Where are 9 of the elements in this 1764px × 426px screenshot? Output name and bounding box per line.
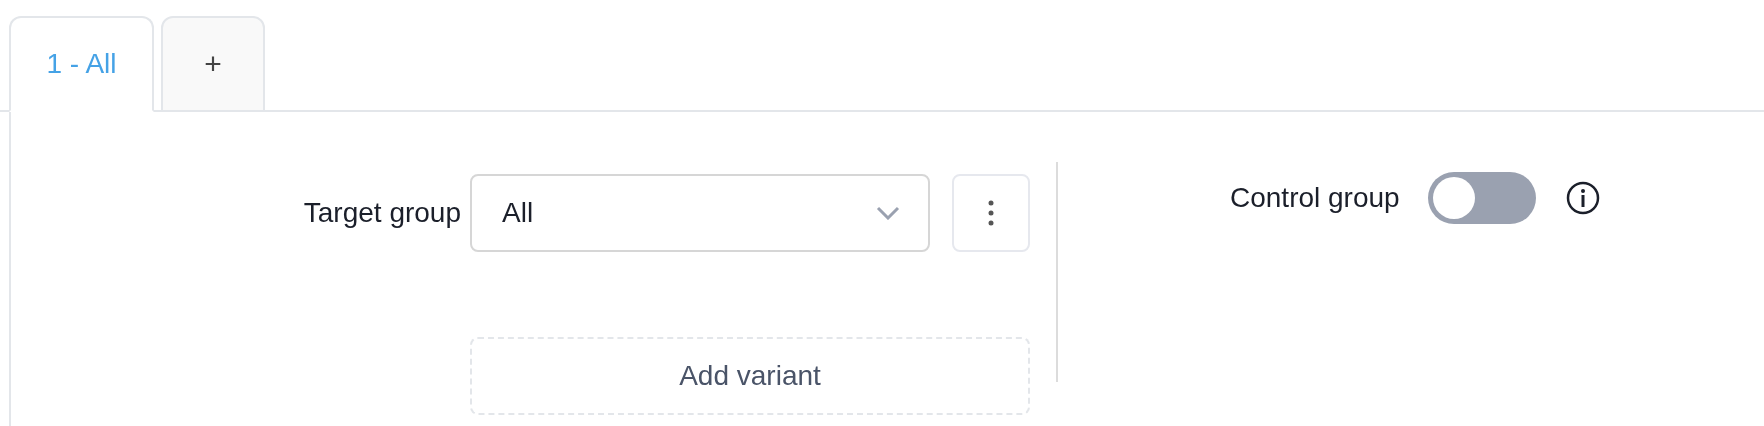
select-field[interactable]: All (470, 173, 930, 252)
toggle-switch[interactable] (1427, 172, 1536, 224)
control-group-label: Control group (1230, 181, 1400, 215)
field-label: Target group (303, 196, 461, 229)
chevron-icon (876, 205, 900, 220)
add-tab-button[interactable]: + (161, 16, 265, 112)
add-variant-button[interactable]: Add variant (470, 336, 1030, 415)
info-icon[interactable] (1565, 181, 1600, 215)
more-vertical-icon (988, 199, 994, 226)
